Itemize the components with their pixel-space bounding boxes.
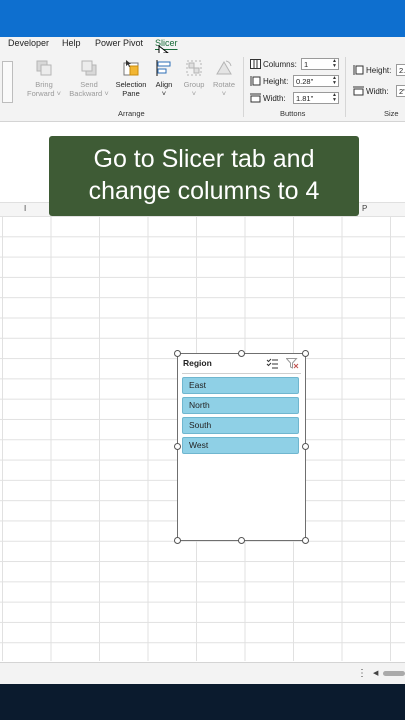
selection-pane-button[interactable]: Selection Pane [111, 58, 151, 98]
buttons-group-label: Buttons [280, 109, 306, 118]
button-height-label: Height: [263, 77, 289, 86]
arrange-group-label: Arrange [118, 109, 145, 118]
slicer-width-label: Width: [366, 87, 389, 96]
tab-power-pivot[interactable]: Power Pivot [95, 38, 143, 48]
slicer-item-north[interactable]: North [182, 397, 299, 414]
columns-label: Columns: [263, 60, 297, 69]
slicer-item-west[interactable]: West [182, 437, 299, 454]
slicer-height-label: Height: [366, 66, 392, 75]
taskbar [0, 684, 405, 720]
resize-handle-bottom-left[interactable] [174, 537, 181, 544]
tab-help[interactable]: Help [62, 38, 81, 48]
slicer-height-input[interactable]: 2. [396, 64, 405, 76]
button-height-input[interactable]: 0.28" ▲ ▼ [293, 75, 339, 87]
align-button[interactable]: Align ˅ [151, 58, 177, 98]
bring-forward-button[interactable]: Bring Forward ˅ [24, 58, 64, 98]
ribbon-separator [345, 57, 346, 117]
caption-line-2: change columns to 4 [88, 177, 320, 205]
group-icon [186, 60, 202, 76]
button-width-icon [250, 93, 261, 103]
instruction-caption: Go to Slicer tab and change columns to 4 [49, 136, 359, 216]
columns-icon [250, 59, 261, 69]
resize-handle-left[interactable] [174, 443, 181, 450]
send-backward-button[interactable]: Send Backward ˅ [67, 58, 111, 98]
ribbon-separator [243, 57, 244, 117]
button-height-icon [250, 76, 261, 86]
send-backward-icon [81, 60, 97, 76]
horizontal-scrollbar[interactable] [383, 671, 405, 676]
group-button[interactable]: Group ˅ [180, 58, 208, 98]
size-group-label: Size [384, 109, 399, 118]
multi-select-icon[interactable] [266, 358, 278, 369]
scroll-left-icon[interactable]: ◀ [373, 669, 378, 677]
rotate-icon [216, 60, 232, 75]
resize-handle-bottom[interactable] [238, 537, 245, 544]
slicer-height-icon [353, 65, 364, 75]
button-width-spinner[interactable]: ▲ ▼ [332, 93, 337, 103]
button-width-input[interactable]: 1.81" ▲ ▼ [293, 92, 339, 104]
slicer-width-icon [353, 86, 364, 96]
caption-line-1: Go to Slicer tab and [93, 145, 315, 173]
clear-filter-icon[interactable] [286, 358, 299, 369]
align-icon [156, 60, 171, 76]
resize-handle-top[interactable] [238, 350, 245, 357]
button-height-spinner[interactable]: ▲ ▼ [332, 76, 337, 86]
column-header-i[interactable]: I [24, 204, 26, 213]
columns-input[interactable]: 1 ▲ ▼ [301, 58, 339, 70]
bring-forward-icon [36, 60, 52, 76]
resize-handle-right[interactable] [302, 443, 309, 450]
sheet-tab-bar: ⋮ ◀ [0, 662, 405, 685]
slicer-title: Region [183, 358, 212, 368]
button-width-label: Width: [263, 94, 286, 103]
slicer-item-south[interactable]: South [182, 417, 299, 434]
title-bar [0, 0, 405, 37]
resize-handle-top-left[interactable] [174, 350, 181, 357]
slicer-divider [182, 373, 301, 374]
selection-pane-icon [123, 60, 139, 76]
resize-handle-bottom-right[interactable] [302, 537, 309, 544]
more-options-icon[interactable]: ⋮ [357, 668, 367, 679]
slicer-item-east[interactable]: East [182, 377, 299, 394]
rotate-button[interactable]: Rotate ˅ [210, 58, 238, 98]
region-slicer[interactable]: Region East North South West [177, 353, 306, 541]
columns-spinner[interactable]: ▲ ▼ [332, 59, 337, 69]
column-header-p[interactable]: P [362, 204, 367, 213]
ribbon: Bring Forward ˅ Send Backward ˅ Selectio… [0, 53, 405, 122]
resize-handle-top-right[interactable] [302, 350, 309, 357]
ribbon-tabs: Developer Help Power Pivot Slicer [0, 37, 405, 53]
tab-developer[interactable]: Developer [8, 38, 49, 48]
slicer-width-input[interactable]: 2" [396, 85, 405, 97]
ribbon-scroll-left[interactable] [2, 61, 13, 103]
